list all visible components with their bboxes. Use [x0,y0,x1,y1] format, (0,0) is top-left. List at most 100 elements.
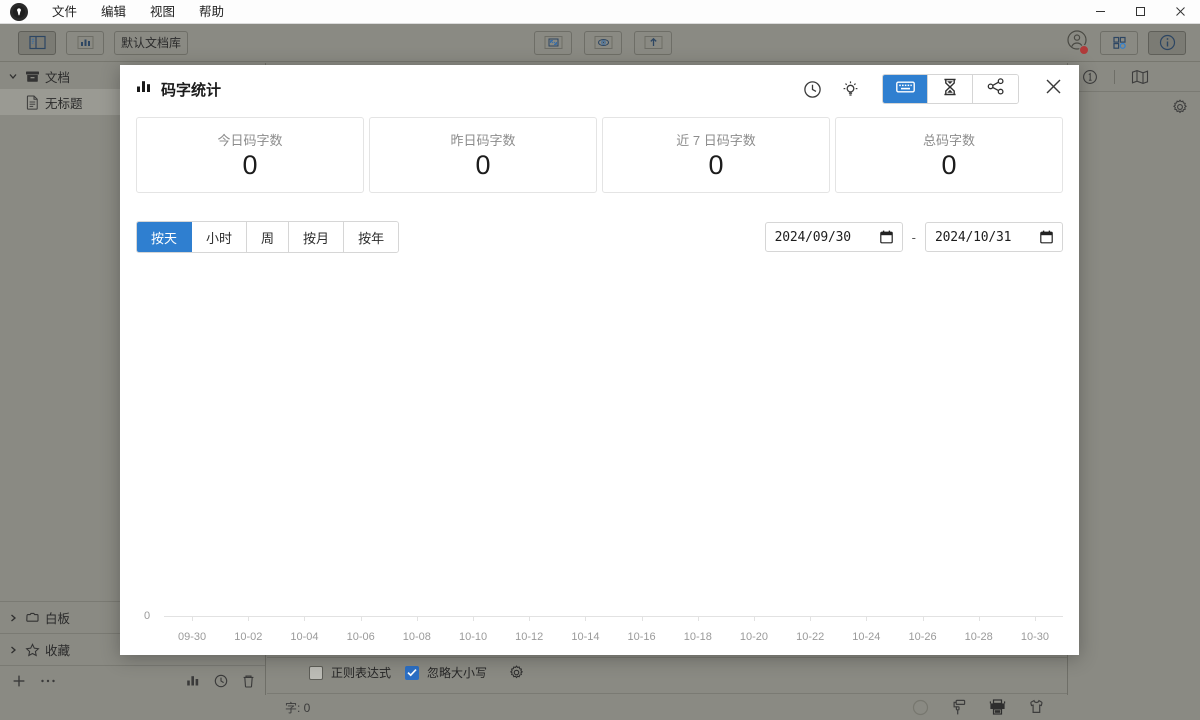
history-button[interactable] [214,674,228,688]
layout-sidebar-icon [28,35,46,50]
upload-icon [644,35,663,50]
info-button[interactable] [1148,30,1186,55]
chevron-right-icon[interactable] [4,645,22,655]
chart-x-tick-labels: 09-30 10-02 10-04 10-06 10-08 10-10 10-12 10-14… [164,631,1063,643]
word-count-label: 字: 0 [285,700,311,715]
stat-card-last-7-days: 近 7 日码字数 0 [602,117,830,193]
apps-grid-button[interactable] [1100,30,1138,55]
printer-button[interactable] [989,699,1006,715]
outline-button[interactable] [1082,69,1098,85]
checkbox-box[interactable] [405,665,420,680]
tips-button[interactable] [838,77,862,101]
chart-x-tick-mark [753,617,755,621]
menu-item-help[interactable]: 帮助 [187,0,236,24]
menu-item-view[interactable]: 视图 [138,0,187,24]
chart-controls: 按天 小时 周 按月 按年 2024/09/30 - 2024/10/31 [136,221,1063,253]
share-stats-tab[interactable] [973,75,1018,103]
resize-fit-icon [544,35,563,50]
toggle-sidebar-button[interactable] [18,30,56,55]
chevron-right-icon[interactable] [4,613,22,623]
dialog-action-group [800,74,1065,104]
window-controls [1080,0,1200,24]
stat-card-yesterday: 昨日码字数 0 [369,117,597,193]
app-window: 文件 编辑 视图 帮助 默认文档库 文档 无标题 白板 收藏 正则表达式 忽略大… [0,0,1200,720]
chart-x-tick-mark [360,617,362,621]
star-icon [22,642,42,657]
sidebar-item-label: 白板 [45,612,71,626]
export-button[interactable] [634,30,672,55]
chart-x-tick: 10-06 [346,631,375,643]
dialog-view-segments [882,74,1019,104]
theme-button[interactable] [1028,699,1045,715]
minimize-icon[interactable] [1080,0,1120,24]
chart-x-tick-mark [922,617,924,621]
chart-x-tick: 10-02 [234,631,263,643]
find-settings-button[interactable] [509,665,524,680]
ignore-case-label: 忽略大小写 [427,666,488,680]
chevron-down-icon[interactable] [4,71,22,81]
tab-by-day[interactable]: 按天 [137,222,193,252]
trash-button[interactable] [242,674,255,688]
stat-value: 0 [475,149,491,180]
start-date-input[interactable]: 2024/09/30 [764,222,903,252]
chart-x-tick: 10-22 [796,631,825,643]
app-logo-icon [10,2,28,21]
account-button[interactable] [1064,30,1090,56]
close-icon[interactable] [1160,0,1200,24]
word-count-chart[interactable]: 0 09-30 10-02 10-04 10-06 10-08 10-10 10-12 10-… [136,267,1063,655]
fit-window-button[interactable] [534,30,572,55]
paint-roller-button[interactable] [951,699,967,716]
menu-item-edit[interactable]: 编辑 [89,0,138,24]
chart-x-tick-mark [810,617,812,621]
hourglass-stats-tab[interactable] [928,75,973,103]
status-bar: 字: 0 [267,693,1067,720]
workspace-selector[interactable]: 默认文档库 [114,30,189,55]
chart-x-tick-mark [978,617,980,621]
end-date-input[interactable]: 2024/10/31 [925,222,1063,252]
maximize-icon[interactable] [1120,0,1160,24]
dialog-close-button[interactable] [1041,77,1065,101]
keyboard-stats-tab[interactable] [883,75,928,103]
sidebar-item-label: 无标题 [45,96,83,111]
checkbox-box[interactable] [309,665,323,680]
statistics-button[interactable] [186,674,200,687]
regex-checkbox[interactable]: 正则表达式 [309,664,391,681]
history-button[interactable] [800,77,824,101]
more-button[interactable] [40,678,56,684]
chart-x-tick-mark [529,617,531,621]
date-range-separator: - [911,229,916,245]
chart-x-tick: 10-14 [571,631,600,643]
word-count-statistics-dialog: 码字统计 今日码字数 0 昨日码字数 0 近 7 日码字数 0 总码字数 0 按… [120,65,1079,655]
settings-button[interactable] [1172,99,1188,115]
chart-x-tick-mark [1034,617,1036,621]
chart-x-tick: 10-26 [908,631,937,643]
stats-button[interactable] [66,30,104,55]
map-button[interactable] [1131,69,1149,85]
calendar-icon[interactable] [879,230,893,244]
whiteboard-icon [22,611,42,624]
chart-x-tick: 10-24 [852,631,881,643]
chart-x-tick-mark [248,617,250,621]
chart-x-tick: 10-08 [402,631,431,643]
main-toolbar: 默认文档库 [0,24,1200,62]
chart-x-tick: 10-04 [290,631,319,643]
keyboard-icon [895,80,915,99]
menu-item-file[interactable]: 文件 [40,0,89,24]
tab-by-week[interactable]: 周 [247,222,290,252]
title-bar: 文件 编辑 视图 帮助 [0,0,1200,24]
add-button[interactable] [12,674,26,688]
focus-mode-button[interactable] [584,30,622,55]
info-icon [1158,33,1177,52]
record-button[interactable] [912,699,929,716]
tab-by-month[interactable]: 按月 [289,222,345,252]
ignore-case-checkbox[interactable]: 忽略大小写 [405,664,487,681]
tab-by-year[interactable]: 按年 [344,222,399,252]
end-date-value: 2024/10/31 [935,229,1012,245]
tab-by-hour[interactable]: 小时 [192,222,248,252]
chart-x-axis [164,616,1063,617]
calendar-icon[interactable] [1040,230,1053,244]
share-icon [987,78,1005,100]
chart-x-tick: 09-30 [178,631,207,643]
dialog-title: 码字统计 [161,81,222,99]
close-icon [1045,78,1062,100]
